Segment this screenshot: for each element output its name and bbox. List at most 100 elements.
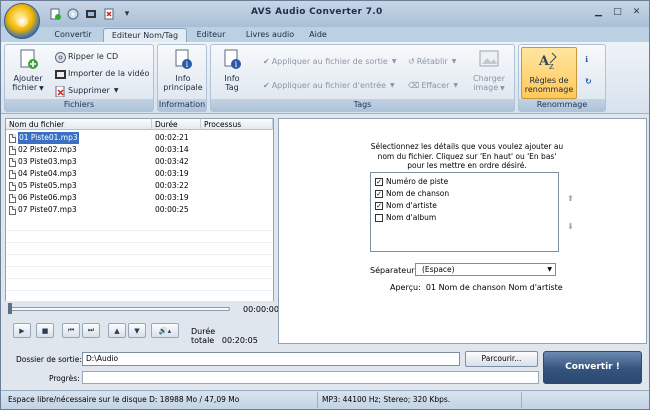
clear-icon: ⌫ — [408, 81, 420, 90]
field-item-track-number[interactable]: ✓ Numéro de piste — [375, 176, 448, 188]
title-bar: ▾ AVS Audio Converter 7.0 ▁ □ ✕ — [1, 1, 649, 27]
output-panel: Dossier de sortie: D:\Audio Parcourir...… — [1, 346, 649, 389]
disc-icon[interactable] — [65, 6, 81, 21]
window-title: AVS Audio Converter 7.0 — [251, 7, 383, 17]
tab-editeur-nom-tag[interactable]: Editeur Nom/Tag — [103, 28, 187, 43]
info-icon: ℹ — [585, 55, 589, 64]
field-item-album-name[interactable]: Nom d'album — [375, 212, 436, 224]
output-folder-label: Dossier de sortie: — [16, 355, 82, 364]
restore-button[interactable]: ↺ Rétablir ▼ — [408, 55, 456, 69]
app-window: ▾ AVS Audio Converter 7.0 ▁ □ ✕ Converti… — [0, 0, 650, 410]
preview: Aperçu: 01 Nom de chanson Nom d'artiste — [390, 283, 563, 292]
tab-convertir[interactable]: Convertir — [46, 28, 100, 43]
play-button[interactable]: ▶ — [13, 323, 31, 338]
apply-input-button[interactable]: ✔ Appliquer au fichier d'entrée ▼ — [263, 79, 395, 93]
table-row[interactable]: 06 Piste06.mp3 00:03:19 — [6, 192, 273, 204]
arrow-up-icon: ⬆ — [567, 194, 574, 203]
column-header-name[interactable]: Nom du fichier — [6, 119, 152, 130]
checkbox-checked[interactable]: ✓ — [375, 178, 383, 186]
rip-cd-button[interactable]: Ripper le CD — [55, 50, 118, 64]
move-up-field-button[interactable]: ⬆ — [564, 192, 577, 205]
next-button[interactable]: ⏭ — [82, 323, 100, 338]
progress-bar — [82, 371, 539, 384]
load-image-button[interactable]: Charger image ▼ — [469, 48, 509, 93]
table-row[interactable]: 01 Piste01.mp3 00:02:21 — [6, 132, 273, 144]
main-info-button[interactable]: i Info principale — [162, 48, 204, 92]
table-row[interactable]: 04 Piste04.mp3 00:03:19 — [6, 168, 273, 180]
svg-text:z: z — [549, 62, 554, 72]
rename-info-button[interactable]: ℹ — [585, 53, 588, 67]
check-icon: ✔ — [263, 81, 270, 90]
file-icon — [9, 169, 16, 179]
convert-button[interactable]: Convertir ! — [543, 351, 642, 384]
field-item-song-name[interactable]: ✓ Nom de chanson — [375, 188, 449, 200]
tab-aide[interactable]: Aide — [303, 28, 333, 43]
clear-button[interactable]: ⌫ Effacer ▼ — [408, 79, 458, 93]
add-file-button[interactable]: Ajouter fichier ▼ — [9, 48, 47, 93]
chevron-down-icon: ▼ — [453, 82, 459, 89]
separator-select[interactable]: (Espace) ▼ — [415, 263, 556, 276]
seek-bar[interactable] — [8, 307, 230, 311]
rename-refresh-button[interactable]: ↻ — [585, 75, 592, 89]
image-icon — [479, 50, 499, 67]
minimize-icon[interactable]: ▁ — [590, 5, 607, 19]
move-down-button[interactable]: ▼ — [128, 323, 146, 338]
dropdown-icon[interactable]: ▾ — [119, 6, 135, 21]
arrow-down-icon: ▼ — [134, 326, 140, 335]
table-row[interactable]: 02 Piste02.mp3 00:03:14 — [6, 144, 273, 156]
table-row[interactable]: 05 Piste05.mp3 00:03:22 — [6, 180, 273, 192]
checkbox-checked[interactable]: ✓ — [375, 190, 383, 198]
table-row[interactable]: 03 Piste03.mp3 00:03:42 — [6, 156, 273, 168]
browse-button[interactable]: Parcourir... — [465, 351, 538, 367]
column-header-duration[interactable]: Durée — [152, 119, 201, 130]
checkbox-unchecked[interactable] — [375, 214, 383, 222]
info-doc-icon: i — [175, 49, 192, 69]
delete-file-icon — [55, 85, 65, 97]
status-bar: Espace libre/nécessaire sur le disque D:… — [1, 390, 649, 409]
current-time: 00:00:00 — [243, 305, 279, 314]
rename-rules-button[interactable]: Az Règles de renommage — [521, 47, 577, 99]
rename-fields-list[interactable]: ✓ Numéro de piste ✓ Nom de chanson ✓ Nom d'… — [370, 172, 559, 252]
next-icon: ⏭ — [87, 326, 95, 334]
move-down-field-button[interactable]: ⬇ — [564, 220, 577, 233]
file-list-header: Nom du fichier Durée Processus — [6, 119, 273, 130]
video-icon[interactable] — [83, 6, 99, 21]
previous-button[interactable]: ⏮ — [62, 323, 80, 338]
chevron-down-icon: ▼ — [391, 58, 397, 65]
seek-handle[interactable] — [8, 303, 12, 314]
delete-button[interactable]: Supprimer ▼ — [55, 84, 118, 98]
chevron-down-icon: ▼ — [390, 82, 395, 89]
chevron-down-icon: ▼ — [500, 85, 505, 92]
arrow-up-icon: ▲ — [114, 326, 120, 335]
chevron-down-icon: ▼ — [547, 266, 552, 273]
field-item-artist-name[interactable]: ✓ Nom d'artiste — [375, 200, 437, 212]
chevron-down-icon: ▼ — [451, 58, 457, 65]
film-icon — [55, 69, 66, 79]
close-icon[interactable]: ✕ — [628, 5, 645, 19]
add-file-icon — [20, 49, 38, 69]
player-panel: 00:00:00 ▶ ■ ⏮ ⏭ ▲ ▼ 🔊▴ Durée totale 00:… — [5, 301, 279, 345]
apply-output-button[interactable]: ✔ Appliquer au fichier de sortie ▼ — [263, 55, 396, 69]
checkbox-checked[interactable]: ✓ — [375, 202, 383, 210]
file-icon — [9, 145, 16, 155]
chevron-down-icon: ▼ — [113, 87, 119, 94]
new-file-icon[interactable] — [47, 6, 63, 21]
tab-editeur[interactable]: Editeur — [189, 28, 233, 43]
maximize-icon[interactable]: □ — [609, 5, 626, 19]
tab-livres-audio[interactable]: Livres audio — [237, 28, 303, 43]
move-up-button[interactable]: ▲ — [108, 323, 126, 338]
format-status: MP3: 44100 Hz; Stereo; 320 Kbps. — [322, 395, 451, 404]
volume-button[interactable]: 🔊▴ — [151, 323, 179, 338]
rename-rules-icon: Az — [538, 52, 557, 72]
rename-instructions: Sélectionnez les détails que vous voulez… — [370, 142, 564, 170]
import-video-button[interactable]: Importer de la vidéo — [55, 67, 149, 81]
app-menu-button[interactable] — [4, 3, 40, 39]
delete-icon[interactable] — [101, 6, 117, 21]
tag-info-button[interactable]: i Info Tag — [217, 48, 247, 92]
output-folder-input[interactable]: D:\Audio — [82, 352, 460, 366]
group-fichiers: Ajouter fichier ▼ Ripper le CD Importer d… — [4, 44, 154, 112]
stop-button[interactable]: ■ — [36, 323, 54, 338]
group-information: i Info principale Information — [157, 44, 207, 112]
table-row[interactable]: 07 Piste07.mp3 00:00:25 — [6, 204, 273, 216]
column-header-process[interactable]: Processus — [201, 119, 273, 130]
